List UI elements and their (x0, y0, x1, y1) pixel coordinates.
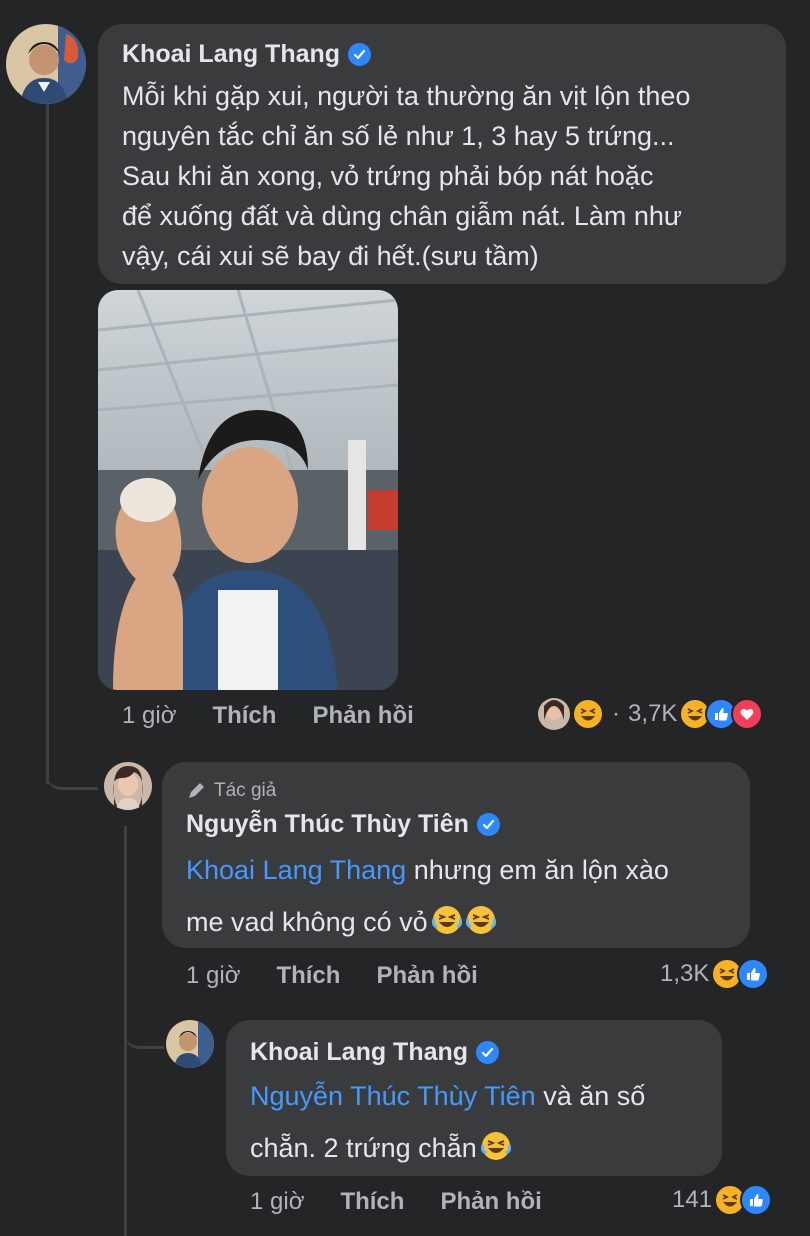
comment-text-line: Sau khi ăn xong, vỏ trứng phải bóp nát h… (122, 161, 654, 191)
comment-author[interactable]: Nguyễn Thúc Thùy Tiên (186, 810, 500, 839)
pencil-icon (189, 783, 204, 798)
reaction-summary-3[interactable]: 141 (672, 1184, 773, 1216)
separator-dot: · (612, 700, 620, 727)
mention-link[interactable]: Nguyễn Thúc Thùy Tiên (250, 1081, 536, 1111)
like-button[interactable]: Thích (212, 702, 276, 730)
laughing-tears-emoji-icon (431, 906, 462, 934)
thread-line-main (46, 104, 49, 784)
comment-text-line: vậy, cái xui sẽ bay đi hết.(sưu tầm) (122, 241, 539, 271)
comment-text-line: chẵn. 2 trứng chẵn (250, 1122, 720, 1174)
avatar-nguyen-thuc-thuy-tien[interactable] (104, 762, 152, 810)
reactor-avatar (538, 698, 570, 730)
comment-text: Nguyễn Thúc Thùy Tiên và ăn số chẵn. 2 t… (250, 1070, 720, 1174)
comment-bubble-2: Tác giả Nguyễn Thúc Thùy Tiên Khoai Lang… (162, 762, 750, 948)
mention-link[interactable]: Khoai Lang Thang (186, 855, 406, 885)
comment-time[interactable]: 1 giờ (122, 702, 176, 730)
comment-text-line: Khoai Lang Thang nhưng em ăn lộn xào (186, 844, 746, 896)
comment-text: Khoai Lang Thang nhưng em ăn lộn xào me … (186, 844, 746, 948)
comment-text-line: nguyên tắc chỉ ăn số lẻ như 1, 3 hay 5 t… (122, 121, 675, 151)
comment-text-line: me vad không có vỏ (186, 896, 746, 948)
comment-text-line: Mỗi khi gặp xui, người ta thường ăn vịt … (122, 81, 691, 111)
author-name[interactable]: Khoai Lang Thang (122, 40, 340, 69)
verified-badge-icon (348, 43, 372, 66)
reply-button[interactable]: Phản hồi (440, 1188, 541, 1216)
reaction-count[interactable]: 1,3K (660, 960, 709, 988)
thread-connector-reply2 (124, 1000, 164, 1049)
like-icon (737, 958, 770, 990)
comment-photo[interactable] (98, 290, 398, 690)
comment-text-line: để xuống đất và dùng chân giẫm nát. Làm … (122, 201, 682, 231)
verified-badge-icon (476, 813, 500, 836)
reply-button[interactable]: Phản hồi (312, 702, 413, 730)
author-name[interactable]: Khoai Lang Thang (250, 1038, 468, 1067)
comment-bubble-3: Khoai Lang Thang Nguyễn Thúc Thùy Tiên v… (226, 1020, 722, 1176)
reaction-summary-1[interactable]: · 3,7K (538, 698, 764, 730)
laughing-tears-emoji-icon (465, 906, 496, 934)
laughing-tears-emoji-icon (480, 1132, 511, 1160)
comment-text: Mỗi khi gặp xui, người ta thường ăn vịt … (122, 76, 772, 276)
comment-bubble-1: Khoai Lang Thang Mỗi khi gặp xui, người … (98, 24, 786, 284)
author-name[interactable]: Nguyễn Thúc Thùy Tiên (186, 810, 469, 839)
comment-text-line: Nguyễn Thúc Thùy Tiên và ăn số (250, 1070, 720, 1122)
like-button[interactable]: Thích (340, 1188, 404, 1216)
author-tag-label: Tác giả (214, 780, 277, 801)
comment-time[interactable]: 1 giờ (186, 962, 240, 990)
comment-text-span: nhưng em ăn lộn xào (406, 855, 669, 885)
comment-text-span: và ăn số (535, 1081, 646, 1111)
comment-text-span: me vad không có vỏ (186, 907, 428, 937)
reply-button[interactable]: Phản hồi (376, 962, 477, 990)
comment-author[interactable]: Khoai Lang Thang (122, 40, 372, 69)
avatar-khoai-lang-thang-small[interactable] (166, 1020, 214, 1068)
like-button[interactable]: Thích (276, 962, 340, 990)
haha-reaction-icon (572, 698, 604, 730)
thread-connector-reply1 (46, 740, 98, 790)
avatar-khoai-lang-thang[interactable] (6, 24, 86, 104)
verified-badge-icon (476, 1041, 500, 1064)
author-tag: Tác giả (186, 780, 276, 802)
reaction-count[interactable]: 141 (672, 1186, 712, 1214)
comment-author[interactable]: Khoai Lang Thang (250, 1038, 500, 1067)
like-icon (740, 1184, 773, 1216)
comment-time[interactable]: 1 giờ (250, 1188, 304, 1216)
comment-actions-1: 1 giờ Thích Phản hồi (122, 702, 414, 730)
love-icon (731, 698, 764, 730)
comment-actions-3: 1 giờ Thích Phản hồi (250, 1188, 542, 1216)
comment-actions-2: 1 giờ Thích Phản hồi (186, 962, 478, 990)
comment-text-span: chẵn. 2 trứng chẵn (250, 1133, 477, 1163)
reaction-count[interactable]: 3,7K (628, 700, 677, 728)
reaction-summary-2[interactable]: 1,3K (660, 958, 770, 990)
